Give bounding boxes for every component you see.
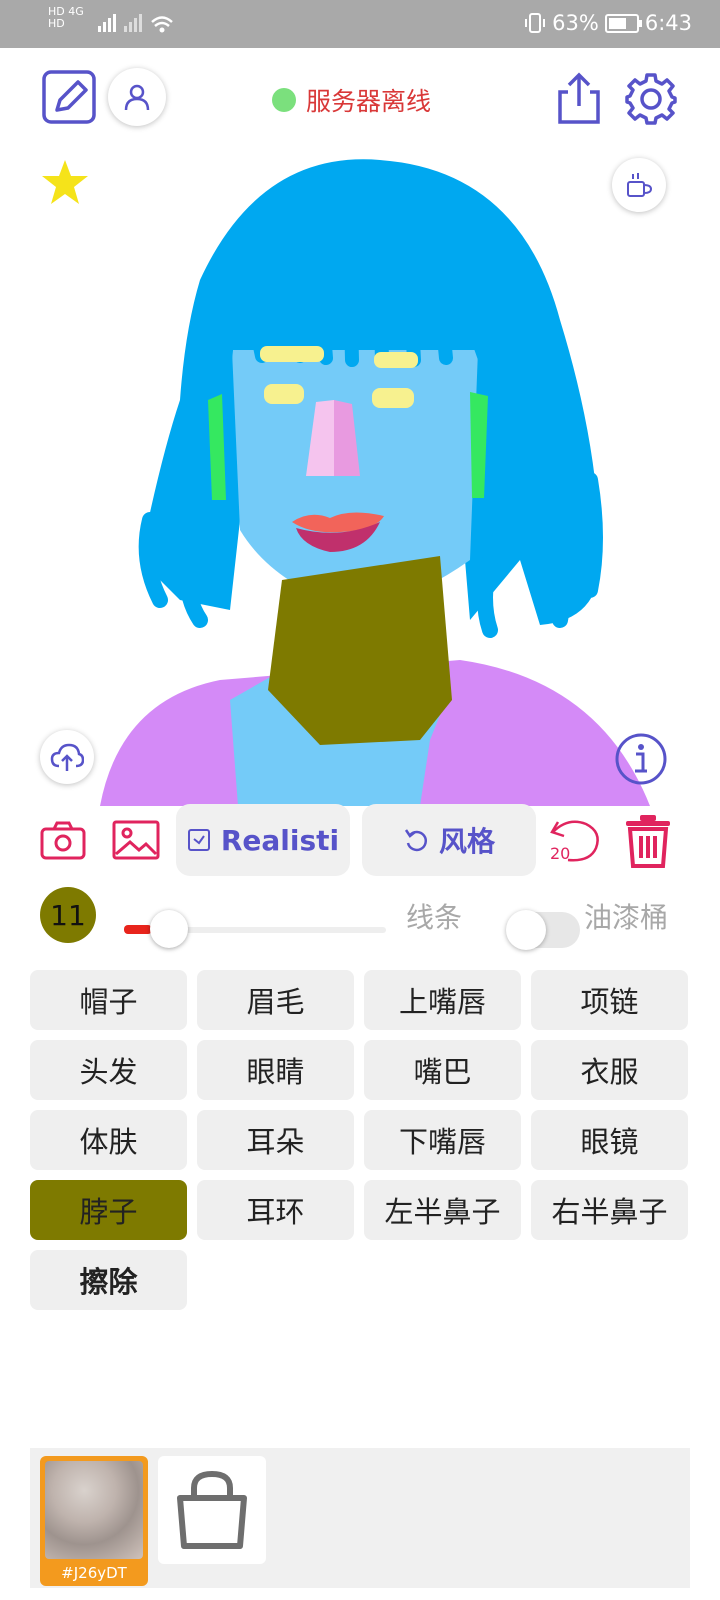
info-button[interactable] (614, 732, 668, 790)
result-image (45, 1461, 143, 1559)
info-icon (615, 733, 667, 785)
status-right: 63% 6:43 (524, 11, 692, 35)
part-right-nose[interactable]: 右半鼻子 (531, 1180, 688, 1240)
user-profile-button[interactable] (108, 68, 166, 126)
part-earrings[interactable]: 耳环 (197, 1180, 354, 1240)
brush-size-fill (124, 925, 152, 934)
coffee-cup-icon (627, 173, 653, 197)
part-skin[interactable]: 体肤 (30, 1110, 187, 1170)
part-neck[interactable]: 脖子 (30, 1180, 187, 1240)
result-id: #J26yDT (61, 1564, 127, 1582)
clear-button[interactable] (624, 814, 672, 872)
brush-size-handle[interactable] (150, 910, 188, 948)
camera-icon (40, 821, 86, 860)
network-indicator: HD 4G HD (48, 5, 84, 30)
part-eyebrows[interactable]: 眉毛 (197, 970, 354, 1030)
clock: 6:43 (644, 11, 692, 35)
star-icon (42, 160, 88, 204)
checkbox-icon (187, 829, 210, 851)
part-hair[interactable]: 头发 (30, 1040, 187, 1100)
signal-icon (98, 14, 173, 33)
shopping-bag-icon (177, 1470, 247, 1549)
edit-icon[interactable] (42, 70, 96, 124)
part-left-nose[interactable]: 左半鼻子 (364, 1180, 521, 1240)
vibrate-icon (525, 13, 546, 33)
undo-count: 20 (550, 844, 571, 863)
server-status-text: 服务器离线 (306, 87, 432, 116)
style-button[interactable]: 风格 (362, 804, 536, 876)
result-thumbnail[interactable]: #J26yDT (40, 1456, 148, 1586)
part-selector: 帽子 眉毛 上嘴唇 项链 头发 眼睛 嘴巴 衣服 体肤 耳朵 下嘴唇 眼镜 脖子… (30, 970, 690, 1310)
part-upper-lip[interactable]: 上嘴唇 (364, 970, 521, 1030)
part-clothes[interactable]: 衣服 (531, 1040, 688, 1100)
undo-button[interactable]: 20 (548, 812, 604, 868)
image-icon (112, 820, 160, 860)
cloud-upload-icon (50, 743, 84, 771)
favorite-button[interactable] (40, 158, 90, 212)
part-mouth[interactable]: 嘴巴 (364, 1040, 521, 1100)
refresh-icon (404, 829, 427, 852)
line-mode-label: 线条 (406, 901, 463, 934)
model-select-button[interactable]: Realisti (176, 804, 350, 876)
battery-icon (604, 13, 642, 33)
portrait-drawing[interactable] (0, 138, 720, 806)
part-ears[interactable]: 耳朵 (197, 1110, 354, 1170)
part-hat[interactable]: 帽子 (30, 970, 187, 1030)
style-label: 风格 (438, 825, 495, 858)
model-label: Realisti (220, 823, 340, 857)
settings-button[interactable] (624, 72, 678, 130)
bucket-mode-label: 油漆桶 (584, 901, 669, 934)
share-icon (558, 72, 600, 124)
part-necklace[interactable]: 项链 (531, 970, 688, 1030)
bucket-toggle-knob[interactable] (506, 910, 546, 950)
drawing-canvas[interactable] (0, 138, 720, 806)
gallery-button[interactable] (112, 820, 160, 864)
share-button[interactable] (556, 72, 602, 130)
part-eyes[interactable]: 眼睛 (197, 1040, 354, 1100)
trash-icon (626, 815, 670, 868)
part-erase[interactable]: 擦除 (30, 1250, 187, 1310)
gear-icon (625, 73, 677, 125)
user-icon (124, 84, 150, 111)
server-status: 服务器离线 (272, 82, 431, 118)
brush-size-indicator: 11 (40, 887, 96, 943)
upload-button[interactable] (40, 730, 94, 784)
status-dot (272, 88, 296, 112)
part-lower-lip[interactable]: 下嘴唇 (364, 1110, 521, 1170)
coffee-button[interactable] (612, 158, 666, 212)
shop-button[interactable] (158, 1456, 266, 1564)
battery-percent: 63% (552, 11, 599, 35)
status-bar: HD 4G HD 63% 6:43 (0, 0, 720, 48)
camera-button[interactable] (40, 820, 86, 864)
part-glasses[interactable]: 眼镜 (531, 1110, 688, 1170)
